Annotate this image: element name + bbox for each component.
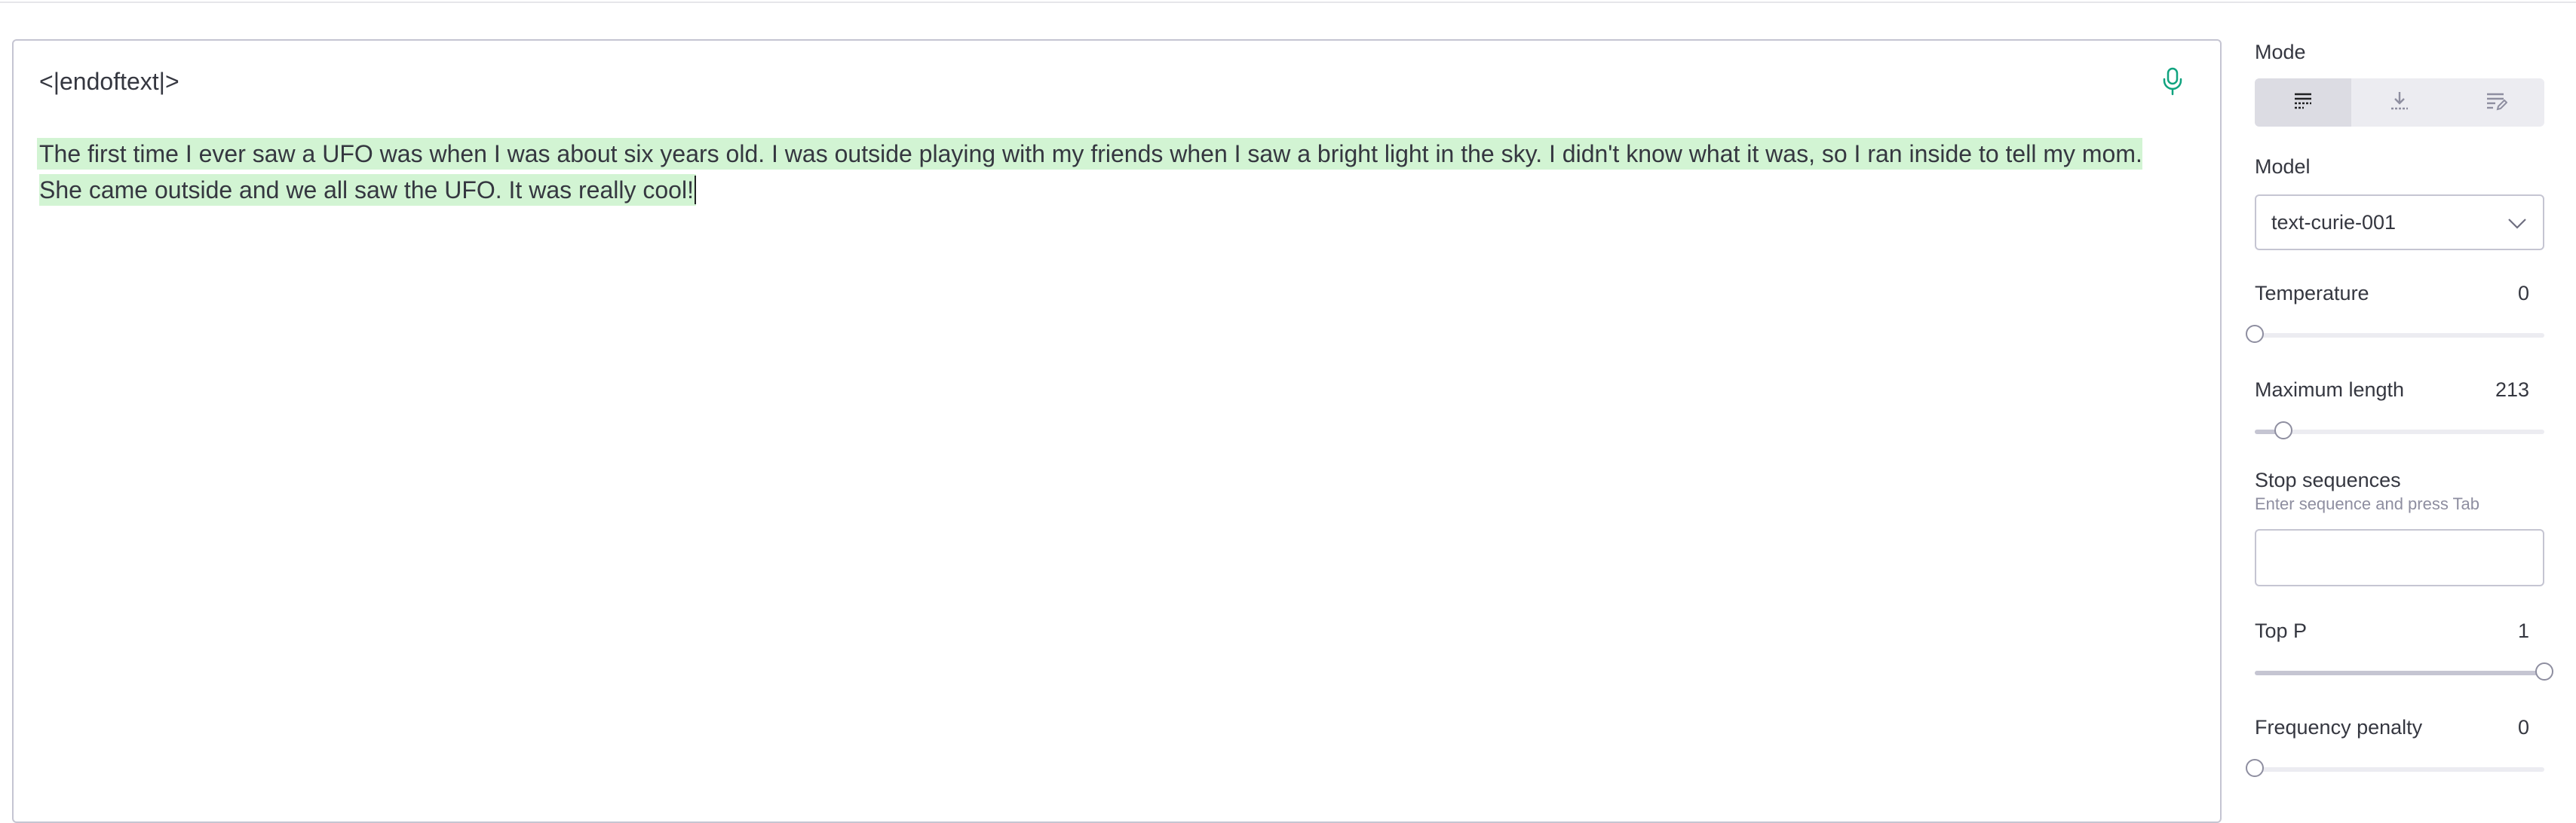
maximum-length-value[interactable]: 213 [2439, 378, 2529, 402]
frequency-penalty-value[interactable]: 0 [2439, 716, 2529, 739]
text-caret [694, 176, 696, 204]
top-p-slider-thumb[interactable] [2535, 662, 2553, 681]
model-label: Model [2255, 155, 2311, 178]
maximum-length-slider-thumb[interactable] [2274, 421, 2293, 439]
temperature-value[interactable]: 0 [2439, 282, 2529, 305]
temperature-slider-thumb[interactable] [2246, 325, 2264, 343]
completion-text: The first time I ever saw a UFO was when… [39, 140, 2142, 203]
mode-edit-button[interactable] [2448, 78, 2544, 127]
top-p-slider-fill [2255, 671, 2544, 675]
chevron-down-icon [2507, 214, 2528, 232]
top-p-value[interactable]: 1 [2439, 620, 2529, 643]
prompt-text: <|endoftext|> [39, 68, 179, 95]
editor-text[interactable]: <|endoftext|> The first time I ever saw … [39, 63, 2151, 208]
frequency-penalty-slider[interactable] [2246, 759, 2544, 777]
mode-insert-button[interactable] [2351, 78, 2448, 127]
stop-sequences-label: Stop sequences [2255, 469, 2401, 491]
stop-sequences-input[interactable] [2255, 529, 2544, 586]
temperature-slider[interactable] [2246, 325, 2544, 343]
mode-complete-button[interactable] [2255, 78, 2351, 127]
model-select-value: text-curie-001 [2271, 211, 2397, 234]
frequency-penalty-slider-thumb[interactable] [2246, 759, 2264, 777]
maximum-length-slider[interactable] [2255, 421, 2544, 439]
top-p-label: Top P [2255, 620, 2308, 642]
temperature-label: Temperature [2255, 282, 2369, 304]
playground-editor[interactable]: <|endoftext|> The first time I ever saw … [12, 39, 2222, 823]
microphone-icon[interactable] [2160, 66, 2185, 96]
model-select[interactable]: text-curie-001 [2255, 194, 2544, 250]
mode-selector [2255, 78, 2544, 127]
top-divider [0, 0, 2576, 3]
complete-mode-icon [2292, 90, 2314, 116]
settings-sidebar: Mode Model text-curie-001 Temperature 0 … [2246, 0, 2556, 806]
edit-mode-icon [2485, 90, 2508, 116]
stop-sequences-hint: Enter sequence and press Tab [2255, 494, 2480, 513]
maximum-length-label: Maximum length [2255, 378, 2405, 401]
insert-mode-icon [2388, 90, 2411, 116]
top-p-slider[interactable] [2255, 662, 2553, 681]
frequency-penalty-label: Frequency penalty [2255, 716, 2423, 739]
mode-label: Mode [2255, 41, 2306, 63]
